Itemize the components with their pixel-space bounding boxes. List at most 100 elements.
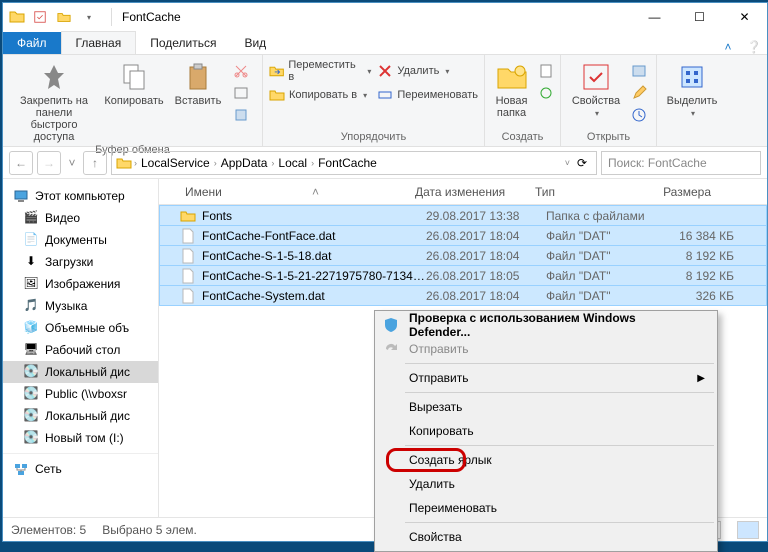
nav-item[interactable]: 💽Локальный дис (3, 361, 158, 383)
tab-file[interactable]: Файл (3, 32, 61, 54)
tab-home[interactable]: Главная (61, 31, 137, 54)
breadcrumb-dropdown[interactable]: ˅ (565, 158, 570, 168)
nav-item[interactable]: 🎬Видео (3, 207, 158, 229)
nav-network[interactable]: Сеть (3, 458, 158, 480)
file-row[interactable]: FontCache-System.dat26.08.2017 18:04Файл… (159, 285, 767, 306)
ctx-shortcut[interactable]: Создать ярлык (377, 448, 715, 472)
view-large[interactable] (737, 521, 759, 539)
paste-button[interactable]: Вставить (169, 59, 227, 107)
col-date[interactable]: Дата изменения (409, 185, 529, 199)
nav-item[interactable]: 🎵Музыка (3, 295, 158, 317)
tab-share[interactable]: Поделиться (136, 32, 230, 54)
quick-access-toolbar: ▾ (29, 6, 99, 28)
col-size[interactable]: Размера (637, 185, 717, 199)
delete-icon (377, 63, 393, 79)
folder-icon (116, 155, 132, 171)
recent-button[interactable]: ˅ (65, 151, 79, 175)
status-selected: Выбрано 5 элем. (102, 523, 197, 537)
qat-properties[interactable] (29, 6, 51, 28)
nav-this-pc[interactable]: Этот компьютер (3, 185, 158, 207)
ctx-delete[interactable]: Удалить (377, 472, 715, 496)
column-headers[interactable]: Имени˄ Дата изменения Тип Размера (159, 179, 767, 205)
ctx-sendto[interactable]: Отправить▶ (377, 366, 715, 390)
nav-item[interactable]: 💽Новый том (I:) (3, 427, 158, 449)
nav-item-icon: 🎵 (23, 298, 39, 314)
search-input[interactable]: Поиск: FontCache (601, 151, 761, 175)
copy-button[interactable]: Копировать (105, 59, 163, 107)
pin-quick-access[interactable]: Закрепить на панели быстрого доступа (9, 59, 99, 143)
nav-item[interactable]: 🖼Изображения (3, 273, 158, 295)
ribbon-collapse[interactable]: ˄ (715, 40, 741, 54)
ctx-defender[interactable]: Проверка с использованием Windows Defend… (377, 313, 715, 337)
history-small[interactable] (631, 105, 647, 125)
copy-icon (118, 61, 150, 93)
paste-shortcut-small[interactable] (233, 105, 249, 125)
qat-dropdown[interactable]: ▾ (77, 6, 99, 28)
edit-small[interactable] (631, 83, 647, 103)
refresh-button[interactable]: ⟳ (572, 156, 592, 170)
nav-item[interactable]: 💽Public (\\vboxsr (3, 383, 158, 405)
cut-small[interactable] (233, 61, 249, 81)
rename-ribbon[interactable]: Переименовать (377, 85, 478, 105)
easy-access-small[interactable] (538, 83, 554, 103)
open-small[interactable] (631, 61, 647, 81)
col-name[interactable]: Имени˄ (179, 185, 409, 199)
nav-item-icon: ⬇ (23, 254, 39, 270)
up-button[interactable]: ↑ (83, 151, 107, 175)
folder-icon (9, 9, 25, 25)
rename-icon (377, 87, 393, 103)
shield-icon (383, 317, 399, 333)
group-label-open: Открыть (567, 130, 650, 144)
window-title: FontCache (118, 10, 632, 24)
ctx-sendto-disabled: Отправить (377, 337, 715, 361)
properties-icon (580, 61, 612, 93)
ctx-rename[interactable]: Переименовать (377, 496, 715, 520)
tab-view[interactable]: Вид (230, 32, 280, 54)
copy-to[interactable]: Копировать в▾ (269, 85, 371, 105)
nav-item-icon: 💽 (23, 386, 39, 402)
file-icon (180, 288, 196, 304)
properties-button[interactable]: Свойства▾ (567, 59, 625, 118)
nav-item-icon: 💽 (23, 430, 39, 446)
address-bar: ← → ˅ ↑ › LocalService› AppData› Local› … (3, 147, 767, 179)
file-icon (180, 268, 196, 284)
shortcut-icon (233, 107, 249, 123)
copyto-icon (269, 87, 285, 103)
nav-item[interactable]: 📄Документы (3, 229, 158, 251)
nav-item[interactable]: 🖥Рабочий стол (3, 339, 158, 361)
new-folder[interactable]: Новая папка (491, 59, 532, 119)
paste-icon (182, 61, 214, 93)
breadcrumb[interactable]: › LocalService› AppData› Local› FontCach… (111, 151, 597, 175)
scissors-icon (233, 63, 249, 79)
navigation-pane[interactable]: Этот компьютер 🎬Видео📄Документы⬇Загрузки… (3, 179, 159, 517)
delete-ribbon[interactable]: Удалить▾ (377, 61, 478, 81)
ribbon-tabs: Файл Главная Поделиться Вид ˄ ❔ (3, 31, 767, 55)
nav-item[interactable]: 🧊Объемные объ (3, 317, 158, 339)
close-button[interactable]: ✕ (722, 3, 767, 31)
new-folder-icon (496, 61, 528, 93)
nav-item[interactable]: ⬇Загрузки (3, 251, 158, 273)
file-row[interactable]: Fonts29.08.2017 13:38Папка с файлами (159, 205, 767, 226)
minimize-button[interactable]: — (632, 3, 677, 31)
file-row[interactable]: FontCache-FontFace.dat26.08.2017 18:04Фа… (159, 225, 767, 246)
select-button[interactable]: Выделить▾ (663, 59, 721, 118)
file-row[interactable]: FontCache-S-1-5-21-2271975780-713428…26.… (159, 265, 767, 286)
nav-item[interactable]: 💽Локальный дис (3, 405, 158, 427)
maximize-button[interactable]: ☐ (677, 3, 722, 31)
ctx-properties[interactable]: Свойства (377, 525, 715, 549)
file-row[interactable]: FontCache-S-1-5-18.dat26.08.2017 18:04Фа… (159, 245, 767, 266)
ctx-cut[interactable]: Вырезать (377, 395, 715, 419)
back-button[interactable]: ← (9, 151, 33, 175)
path-icon (233, 85, 249, 101)
col-type[interactable]: Тип (529, 185, 637, 199)
nav-item-icon: 🎬 (23, 210, 39, 226)
new-item-small[interactable] (538, 61, 554, 81)
move-to[interactable]: Переместить в▾ (269, 61, 371, 81)
help-button[interactable]: ❔ (741, 40, 767, 54)
copy-path-small[interactable] (233, 83, 249, 103)
forward-button[interactable]: → (37, 151, 61, 175)
qat-new-folder[interactable] (53, 6, 75, 28)
pin-icon (38, 61, 70, 93)
ctx-copy[interactable]: Копировать (377, 419, 715, 443)
network-icon (13, 461, 29, 477)
